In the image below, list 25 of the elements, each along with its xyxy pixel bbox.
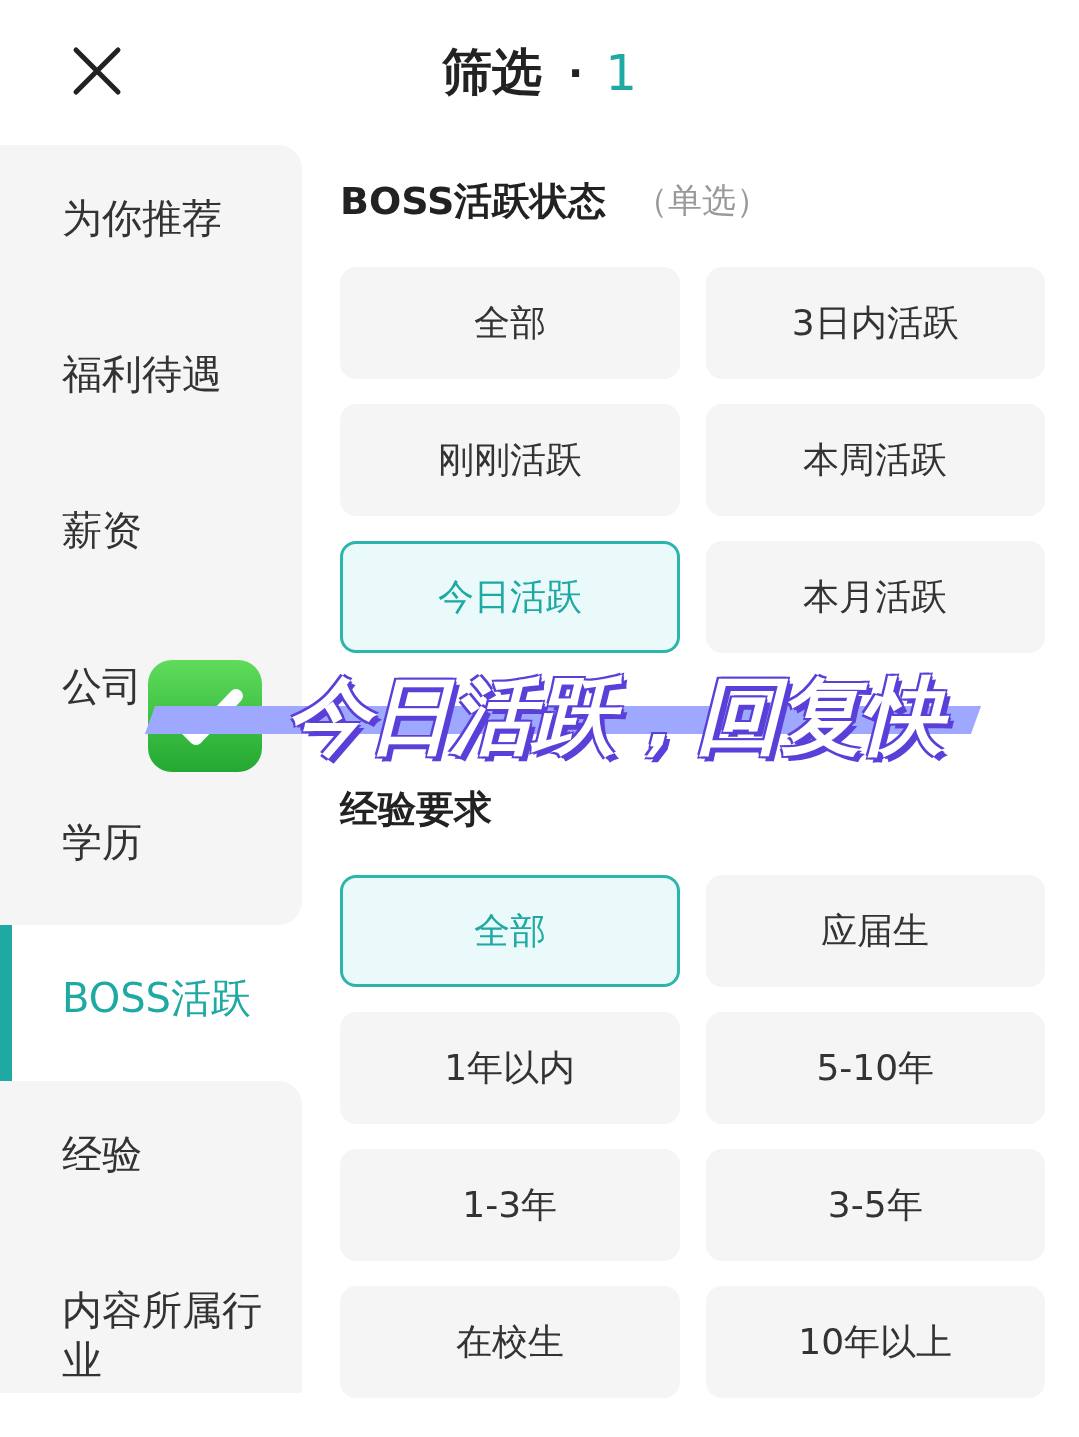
sidebar-item[interactable]: 公司	[62, 661, 142, 711]
option-button[interactable]: 3日内活跃	[705, 267, 1045, 379]
sidebar-item[interactable]: 福利待遇	[62, 349, 222, 399]
sidebar-item[interactable]: 经验	[62, 1129, 142, 1179]
sidebar-item[interactable]: 学历	[62, 817, 142, 867]
option-button[interactable]: 在校生	[340, 1286, 680, 1398]
sidebar-item[interactable]: 为你推荐	[62, 193, 222, 243]
sidebar-item[interactable]: 薪资	[62, 505, 142, 555]
page-title: 筛选	[442, 42, 542, 103]
option-button[interactable]: 1年以内	[340, 1012, 680, 1124]
option-button[interactable]: 全部	[340, 267, 680, 379]
option-button[interactable]: 1-3年	[340, 1149, 680, 1261]
option-button[interactable]: 本周活跃	[705, 404, 1045, 516]
section-title: 经验要求	[340, 785, 492, 833]
option-button[interactable]: 3-5年	[705, 1149, 1045, 1261]
option-button[interactable]: 刚刚活跃	[340, 404, 680, 516]
option-button[interactable]: 本月活跃	[705, 541, 1045, 653]
title-separator: ·	[568, 49, 584, 96]
section-title: BOSS活跃状态	[340, 177, 607, 225]
filter-count: 1	[605, 43, 637, 102]
section-note: （单选）	[634, 179, 771, 222]
option-button[interactable]: 10年以上	[705, 1286, 1045, 1398]
option-button[interactable]: 应届生	[705, 875, 1045, 987]
close-icon[interactable]	[72, 46, 122, 96]
option-button[interactable]: 5-10年	[705, 1012, 1045, 1124]
